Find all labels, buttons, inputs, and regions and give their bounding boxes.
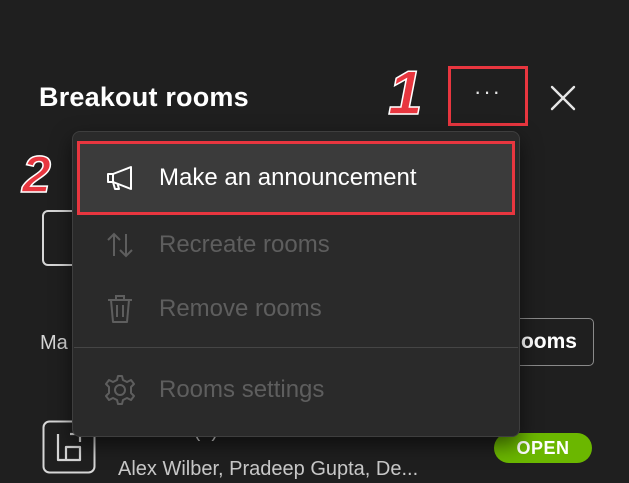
trash-icon [103, 292, 137, 326]
menu-item-label: Recreate rooms [159, 231, 330, 258]
megaphone-icon [103, 161, 137, 195]
menu-divider [74, 347, 518, 348]
more-options-icon: ··· [474, 79, 502, 104]
breakout-rooms-panel: Breakout rooms 1 ··· Ma ooms Room 1 (3) … [0, 0, 629, 483]
room-status-badge: OPEN [494, 433, 592, 463]
menu-item-remove-rooms[interactable]: Remove rooms [77, 274, 515, 344]
partial-label: Ma [40, 332, 68, 354]
more-options-button[interactable]: ··· [448, 66, 528, 126]
menu-item-rooms-settings[interactable]: Rooms settings [77, 355, 515, 425]
close-button[interactable] [547, 82, 579, 114]
menu-item-make-announcement[interactable]: Make an announcement [77, 141, 515, 215]
gear-icon [103, 373, 137, 407]
menu-item-label: Rooms settings [159, 376, 325, 403]
menu-item-recreate-rooms[interactable]: Recreate rooms [77, 210, 515, 280]
callout-number-2: 2 [21, 145, 51, 205]
menu-item-label: Remove rooms [159, 295, 322, 322]
close-icon [550, 85, 576, 111]
room-members: Alex Wilber, Pradeep Gupta, De... [118, 458, 419, 480]
callout-number-1: 1 [387, 58, 423, 129]
menu-item-label: Make an announcement [159, 164, 417, 191]
rooms-button-label: ooms [520, 330, 577, 353]
more-options-menu: Make an announcement Recreate rooms Remo… [72, 131, 520, 437]
arrows-up-down-icon [103, 228, 137, 262]
panel-title: Breakout rooms [39, 82, 249, 112]
